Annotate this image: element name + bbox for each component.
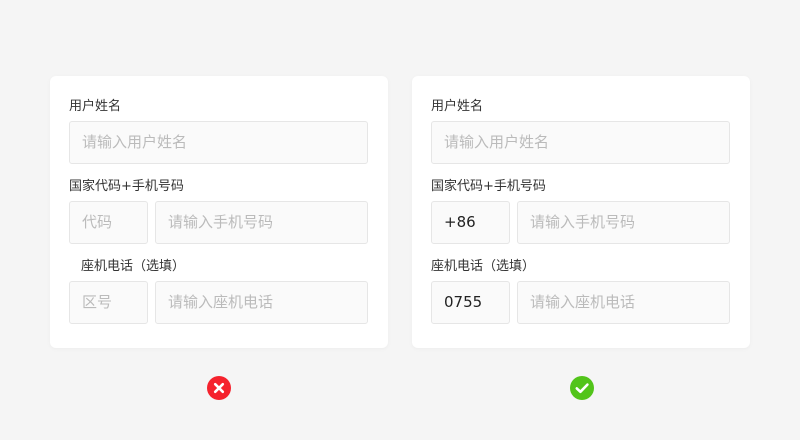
mobile-input[interactable]: 请输入手机号码 <box>517 201 730 244</box>
area-code-input[interactable]: 0755 <box>431 281 510 324</box>
name-input[interactable]: 请输入用户姓名 <box>431 121 730 164</box>
name-label: 用户姓名 <box>69 99 122 114</box>
landline-input[interactable]: 请输入座机电话 <box>155 281 368 324</box>
area-code-input[interactable]: 区号 <box>69 281 148 324</box>
name-label: 用户姓名 <box>431 99 484 114</box>
correct-example-form: 用户姓名 请输入用户姓名 国家代码+手机号码 +86 请输入手机号码 座机电话（… <box>412 76 750 348</box>
mobile-input[interactable]: 请输入手机号码 <box>155 201 368 244</box>
country-code-input[interactable]: 代码 <box>69 201 148 244</box>
landline-input[interactable]: 请输入座机电话 <box>517 281 730 324</box>
landline-label: 座机电话（选填） <box>81 259 186 274</box>
mobile-label: 国家代码+手机号码 <box>69 179 184 194</box>
country-code-input[interactable]: +86 <box>431 201 510 244</box>
name-input[interactable]: 请输入用户姓名 <box>69 121 368 164</box>
mobile-label: 国家代码+手机号码 <box>431 179 546 194</box>
landline-label: 座机电话（选填） <box>431 259 536 274</box>
check-circle-icon <box>570 376 594 400</box>
error-circle-icon <box>207 376 231 400</box>
incorrect-example-form: 用户姓名 请输入用户姓名 国家代码+手机号码 代码 请输入手机号码 座机电话（选… <box>50 76 388 348</box>
